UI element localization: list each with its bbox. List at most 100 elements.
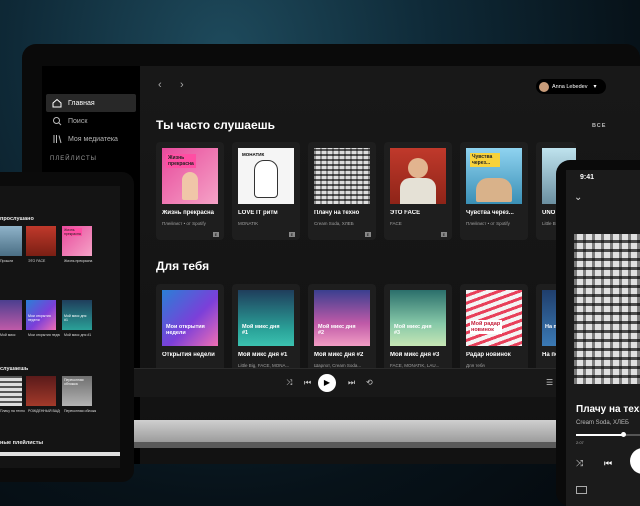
tablet-cover[interactable] [26,376,56,406]
tablet-caption: ЭТО FACE [28,259,46,263]
next-icon[interactable]: ⏭ [348,378,355,388]
shuffle-icon[interactable]: ⤨ [576,458,583,469]
tablet-section-title: слушаешь [0,366,29,372]
cover-figure [182,172,198,200]
tablet-cover[interactable] [0,376,22,406]
cover-text: Мои открытия недели [166,324,205,336]
section-title-frequent: Ты часто слушаешь [156,118,275,132]
track-title: Плачу на техно [576,404,640,415]
cover-text: Жизнь прекрасна [64,228,82,236]
cover-art [390,148,446,204]
card-subtitle: MONATIK [238,221,259,226]
card-title: Чувства через... [466,210,514,216]
tablet-cover[interactable] [26,226,56,256]
devices-icon[interactable] [576,486,587,494]
elapsed-time: 2:07 [576,440,584,445]
tablet-cover[interactable]: Жизнь прекрасна [62,226,92,256]
cover-text: Мой радар новинок [470,320,502,334]
card-subtitle: Плейлист • от Spotify [162,221,206,226]
shuffle-icon[interactable]: ⤨ [286,378,292,388]
see-all-link[interactable]: ВСЕ [592,123,606,129]
tablet-cover[interactable]: Перекопная обложка [62,376,92,406]
sidebar-item-search[interactable]: Поиск [46,112,136,130]
laptop-base [132,420,558,442]
card-title: Жизнь прекрасна [162,210,215,216]
tablet-caption: Мои открытия недели [28,333,60,337]
queue-icon[interactable]: ☰ [546,378,553,388]
cover-art: Мой микс дня #1 [238,290,294,346]
card-title: Радар новинок [466,352,511,358]
now-playing-cover [574,234,640,384]
cover-text: МОНАТИК [242,152,265,157]
phone-screen: 9:41 ⌄ Плачу на техно Cream Soda, ХЛЕБ 2… [566,170,640,506]
progress-bar[interactable] [576,434,640,436]
playlist-card[interactable]: ЭТО FACE FACE E [384,142,452,240]
cover-texture [574,234,640,384]
cover-text: Жизнь прекрасна [166,154,196,168]
sidebar-item-home[interactable]: Главная [46,94,136,112]
tablet-caption: Перекопная обложка [64,409,96,413]
forward-arrow-icon[interactable]: › [180,80,190,91]
playlist-card[interactable]: Плачу на техно Cream Soda, ХЛЕБ E [308,142,376,240]
playlists-heading: ПЛЕЙЛИСТЫ [50,156,97,162]
explicit-badge: E [213,232,219,237]
card-title: Мой микс дня #2 [314,352,364,358]
playlist-card[interactable]: Чувства через... Чувства через... Плейли… [460,142,528,240]
user-menu[interactable]: Anna Lebedev ▾ [536,79,606,94]
tablet-caption: Жизнь прекрасна [64,259,93,263]
cover-text: Перекопная обложка [64,378,84,386]
search-icon [53,117,62,126]
cover-text: Чувства через... [470,153,500,167]
cover-text: Мой микс дня #2 [318,324,356,336]
card-subtitle: Плейлист • от Spotify [466,221,510,226]
sidebar-item-library[interactable]: Моя медиатека [46,130,136,148]
tablet-cover[interactable] [0,300,22,330]
cover-art: Мой радар новинок [466,290,522,346]
cover-figure [254,160,278,198]
sidebar-item-label: Поиск [68,117,88,125]
cover-figure [476,178,512,202]
repeat-icon[interactable]: ⟲ [366,378,373,388]
tablet-row-strip [0,452,120,456]
explicit-badge: E [289,232,295,237]
progress-fill [576,434,624,436]
library-icon [53,135,62,144]
home-icon [52,98,62,108]
cover-text: Мой микс дня #1 [242,324,280,336]
card-subtitle: Cream Soda, ХЛЕБ [314,221,354,226]
tablet-caption: Мой микс дня #1 [64,333,92,337]
cover-figure-head [408,158,428,178]
playlist-card[interactable]: Жизнь прекрасна Жизнь прекрасна Плейлист… [156,142,224,240]
playlist-card[interactable]: МОНАТИК LOVE IT ритм MONATIK E [232,142,300,240]
play-button[interactable] [630,448,640,474]
progress-knob[interactable] [621,432,626,437]
tablet-cover[interactable] [0,226,22,256]
laptop-base-shadow [132,442,558,448]
card-title: ЭТО FACE [390,210,421,216]
sidebar-item-label: Главная [68,99,95,107]
track-artist: Cream Soda, ХЛЕБ [576,420,629,426]
cover-art [314,148,370,204]
cover-text: Мой микс дня #3 [394,324,432,336]
previous-icon[interactable]: ⏮ [604,458,612,469]
previous-icon[interactable]: ⏮ [304,378,311,388]
explicit-badge: E [365,232,371,237]
player-bar: ♥ ⤨ ⏮ ▶ ⏭ ⟲ ☰ [112,368,558,397]
cover-figure-body [400,178,436,204]
avatar [539,81,549,92]
cover-art: Чувства через... [466,148,522,204]
tablet-screen: прослушано Жизнь прекрасна Прошли ЭТО FA… [0,186,120,468]
back-arrow-icon[interactable]: ‹ [158,80,168,91]
tablet-cover[interactable]: Мой микс дня #1 [62,300,92,330]
explicit-badge: E [441,232,447,237]
tablet-cover[interactable]: Мои открытия недели [26,300,56,330]
chevron-down-icon: ▾ [593,84,597,90]
card-title: Мой микс дня #1 [238,352,288,358]
play-button[interactable]: ▶ [318,374,336,392]
status-time: 9:41 [580,174,595,181]
cover-art: Мой микс дня #3 [390,290,446,346]
cover-art: МОНАТИК [238,148,294,204]
card-subtitle: FACE [390,221,402,226]
card-title: LOVE IT ритм [238,210,278,216]
chevron-down-icon[interactable]: ⌄ [574,192,582,203]
